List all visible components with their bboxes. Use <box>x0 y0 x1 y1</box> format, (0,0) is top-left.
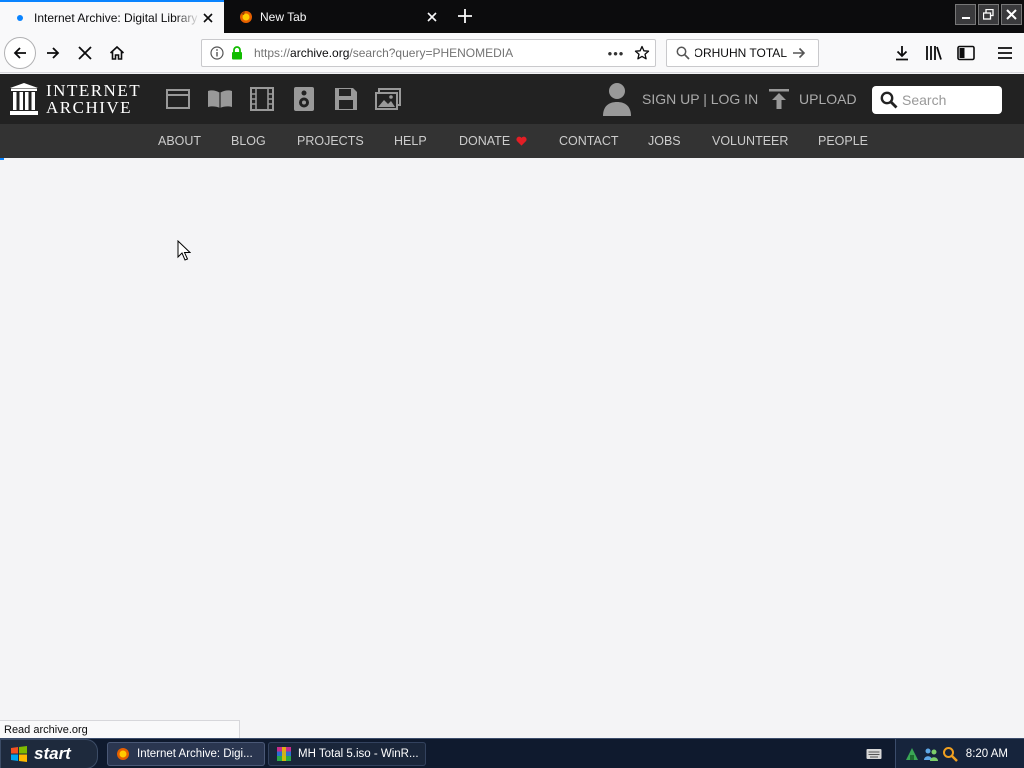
web-icon[interactable] <box>165 86 191 112</box>
firefox-icon <box>115 746 131 762</box>
url-text[interactable]: https://archive.org/search?query=PHENOME… <box>254 46 603 60</box>
back-button[interactable] <box>4 37 36 69</box>
nav-contact[interactable]: CONTACT <box>559 134 619 148</box>
sidebar-icon[interactable] <box>956 43 976 63</box>
ia-wordmark-line2: ARCHIVE <box>46 98 133 117</box>
browser-search-input[interactable] <box>695 46 787 60</box>
ia-header: INTERNET ARCHIVE SIGN UP | LOG IN UPLOAD <box>0 74 1024 124</box>
restore-button[interactable] <box>978 4 999 25</box>
software-icon[interactable] <box>333 86 359 112</box>
start-button[interactable]: start <box>0 739 98 768</box>
search-icon <box>876 91 902 109</box>
nav-help[interactable]: HELP <box>394 134 427 148</box>
ia-wordmark: INTERNET ARCHIVE <box>46 82 141 116</box>
clock[interactable]: 8:20 AM <box>966 748 1008 760</box>
bookmark-star-icon[interactable] <box>629 45 655 61</box>
new-tab-button[interactable] <box>452 4 478 28</box>
sign-up-log-in-link[interactable]: SIGN UP | LOG IN <box>642 91 758 107</box>
audio-icon[interactable] <box>291 86 317 112</box>
taskbar-item-label: Internet Archive: Digi... <box>137 748 253 760</box>
restore-icon <box>983 9 994 20</box>
windows-logo-icon <box>11 746 27 762</box>
nav-projects[interactable]: PROJECTS <box>297 134 364 148</box>
user-icon[interactable] <box>602 82 632 116</box>
nav-donate[interactable]: DONATE <box>459 134 527 148</box>
info-icon[interactable] <box>208 44 226 62</box>
ia-top-nav: ABOUT BLOG PROJECTS HELP DONATE CONTACT … <box>0 124 1024 158</box>
back-arrow-icon <box>13 47 26 59</box>
taskbar-item-firefox[interactable]: Internet Archive: Digi... <box>107 742 265 766</box>
loading-icon <box>12 10 28 26</box>
tab-internet-archive[interactable]: Internet Archive: Digital Library of <box>0 0 224 33</box>
search-go-icon[interactable] <box>787 46 811 60</box>
texts-icon[interactable] <box>207 86 233 112</box>
upload-link[interactable]: UPLOAD <box>799 91 857 107</box>
forward-arrow-icon <box>47 47 60 59</box>
url-prefix: https:// <box>254 46 291 60</box>
stop-icon <box>78 46 92 60</box>
taskbar-item-label: MH Total 5.iso - WinR... <box>298 748 419 760</box>
close-tab-icon[interactable] <box>200 10 216 26</box>
tab-strip: Internet Archive: Digital Library of New… <box>0 0 1024 33</box>
heart-icon <box>516 136 527 146</box>
upload-icon[interactable] <box>768 88 790 110</box>
minimize-button[interactable] <box>955 4 976 25</box>
tab-title: Internet Archive: Digital Library of <box>34 10 200 25</box>
tab-new-tab[interactable]: New Tab <box>226 0 448 33</box>
loading-indicator <box>0 158 4 160</box>
forward-button[interactable] <box>37 37 69 69</box>
winrar-icon <box>276 746 292 762</box>
page-content <box>0 158 1024 738</box>
video-icon[interactable] <box>249 86 275 112</box>
close-icon <box>1006 9 1017 20</box>
search-tray-icon[interactable] <box>942 746 958 762</box>
network-icon[interactable] <box>904 746 920 762</box>
close-window-button[interactable] <box>1001 4 1022 25</box>
ia-logo[interactable]: INTERNET ARCHIVE <box>10 82 141 116</box>
stop-button[interactable] <box>69 37 101 69</box>
firefox-icon <box>238 9 254 25</box>
status-bar: Read archive.org <box>0 720 240 738</box>
url-host: archive.org <box>290 46 350 60</box>
system-tray: 8:20 AM <box>895 739 1024 768</box>
users-icon[interactable] <box>923 746 939 762</box>
lock-icon[interactable] <box>228 44 246 62</box>
ia-search-input[interactable] <box>902 92 994 108</box>
close-tab-icon[interactable] <box>424 9 440 25</box>
minimize-icon <box>961 16 970 19</box>
mouse-cursor-icon <box>177 240 191 261</box>
keyboard-icon[interactable] <box>866 747 882 761</box>
ia-search-box[interactable] <box>872 86 1002 114</box>
plus-icon <box>458 9 472 23</box>
downloads-icon[interactable] <box>892 43 912 63</box>
nav-about[interactable]: ABOUT <box>158 134 201 148</box>
archive-building-icon <box>10 83 38 115</box>
url-path: /search?query=PHENOMEDIA <box>349 46 514 60</box>
search-icon <box>671 46 695 60</box>
library-icon[interactable] <box>924 43 944 63</box>
home-icon <box>109 45 125 60</box>
browser-search-bar[interactable] <box>666 39 819 67</box>
page-actions-icon[interactable]: ••• <box>603 46 629 61</box>
nav-donate-label: DONATE <box>459 134 511 148</box>
images-icon[interactable] <box>375 86 401 112</box>
ia-wordmark-line1: INTERNET <box>46 81 142 100</box>
status-text: Read archive.org <box>4 723 88 736</box>
home-button[interactable] <box>101 37 133 69</box>
nav-jobs[interactable]: JOBS <box>648 134 681 148</box>
start-label: start <box>34 744 71 763</box>
url-bar[interactable]: https://archive.org/search?query=PHENOME… <box>201 39 656 67</box>
nav-blog[interactable]: BLOG <box>231 134 266 148</box>
tab-title: New Tab <box>260 9 307 24</box>
taskbar-item-winrar[interactable]: MH Total 5.iso - WinR... <box>268 742 426 766</box>
menu-icon[interactable] <box>995 43 1015 63</box>
nav-people[interactable]: PEOPLE <box>818 134 868 148</box>
nav-volunteer[interactable]: VOLUNTEER <box>712 134 788 148</box>
navigation-toolbar: https://archive.org/search?query=PHENOME… <box>0 33 1024 73</box>
taskbar: start Internet Archive: Digi... MH Total… <box>0 738 1024 768</box>
